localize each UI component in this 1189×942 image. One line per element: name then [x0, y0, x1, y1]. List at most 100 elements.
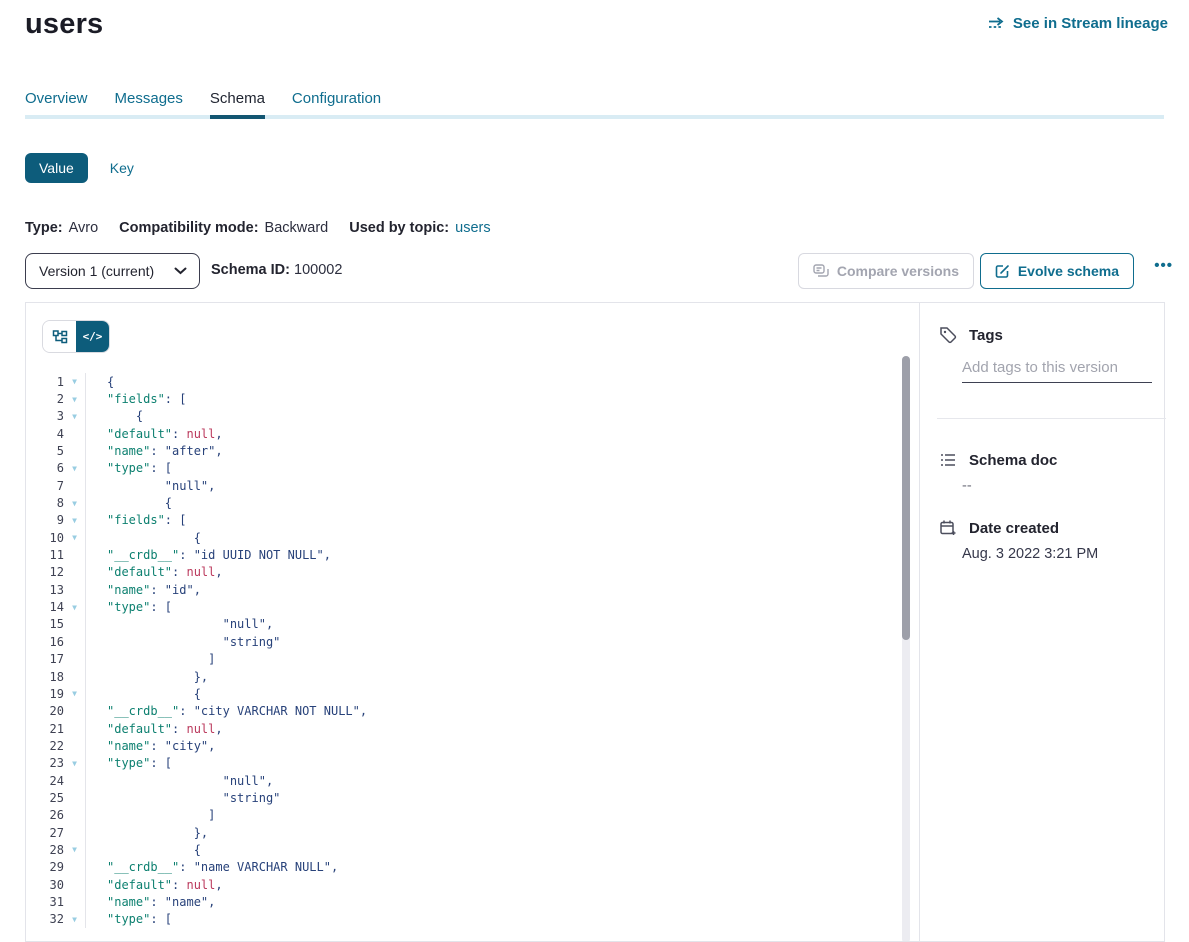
code-line-text: "name": "city",	[85, 737, 919, 754]
fold-triangle-icon[interactable]: ▼	[64, 845, 85, 854]
code-line-text: },	[85, 824, 919, 841]
key-toggle-button[interactable]: Key	[110, 153, 134, 183]
fold-triangle-icon[interactable]: ▼	[64, 499, 85, 508]
line-number: 19	[26, 687, 64, 701]
tag-icon	[939, 326, 957, 344]
meta-value: Backward	[265, 220, 329, 236]
add-tags-input[interactable]	[962, 355, 1152, 383]
tab-messages[interactable]: Messages	[115, 90, 183, 125]
code-line-text: "type": [	[85, 911, 919, 928]
used-by-topic-link[interactable]: users	[455, 220, 490, 236]
schema-info-sidebar: Tags Schema doc -- Date created Au	[920, 303, 1166, 941]
tabs-baseline	[25, 115, 1164, 119]
code-line-text: "__crdb__": "id UUID NOT NULL",	[85, 546, 919, 563]
fold-triangle-icon[interactable]: ▼	[64, 689, 85, 698]
code-line-text: {	[85, 685, 919, 702]
code-line: 1▼{	[26, 373, 919, 390]
line-number: 16	[26, 635, 64, 649]
code-line-text: "default": null,	[85, 876, 919, 893]
code-line: 29 "__crdb__": "name VARCHAR NULL",	[26, 859, 919, 876]
fold-triangle-icon[interactable]: ▼	[64, 759, 85, 768]
meta-label: Type:	[25, 220, 63, 236]
line-number: 14	[26, 600, 64, 614]
tab-schema[interactable]: Schema	[210, 90, 265, 125]
line-number: 12	[26, 565, 64, 579]
code-line: 25 "string"	[26, 789, 919, 806]
tree-view-button[interactable]	[43, 321, 76, 352]
code-line-text: "name": "id",	[85, 581, 919, 598]
tab-overview[interactable]: Overview	[25, 90, 88, 125]
tags-title: Tags	[969, 327, 1003, 344]
evolve-schema-label: Evolve schema	[1018, 263, 1119, 279]
line-number: 24	[26, 774, 64, 788]
code-line: 32▼ "type": [	[26, 911, 919, 928]
more-options-button[interactable]: •••	[1154, 257, 1173, 274]
code-line-text: {	[85, 494, 919, 511]
code-line-text: "string"	[85, 789, 919, 806]
code-line-text: "null",	[85, 616, 919, 633]
schema-key-value-toggle: Value Key	[25, 153, 134, 183]
code-view-icon: </>	[83, 330, 103, 343]
line-number: 28	[26, 843, 64, 857]
code-line-text: "type": [	[85, 755, 919, 772]
version-toolbar: Version 1 (current) Schema ID: 100002 Co…	[25, 253, 1171, 289]
code-line-text: {	[85, 529, 919, 546]
value-toggle-button[interactable]: Value	[25, 153, 88, 183]
version-select-value: Version 1 (current)	[39, 263, 154, 279]
code-line: 12 "default": null,	[26, 564, 919, 581]
fold-triangle-icon[interactable]: ▼	[64, 603, 85, 612]
version-select[interactable]: Version 1 (current)	[25, 253, 200, 289]
see-in-stream-lineage-link[interactable]: See in Stream lineage	[988, 15, 1168, 32]
fold-triangle-icon[interactable]: ▼	[64, 533, 85, 542]
line-number: 1	[26, 375, 64, 389]
code-line: 20 "__crdb__": "city VARCHAR NOT NULL",	[26, 703, 919, 720]
line-number: 30	[26, 878, 64, 892]
fold-triangle-icon[interactable]: ▼	[64, 377, 85, 386]
editor-scrollbar-thumb[interactable]	[902, 356, 910, 640]
line-number: 23	[26, 756, 64, 770]
tab-configuration[interactable]: Configuration	[292, 90, 381, 125]
code-line-text: "string"	[85, 633, 919, 650]
schema-id-label: Schema ID:	[211, 262, 290, 278]
code-line: 14▼ "type": [	[26, 598, 919, 615]
code-line: 9▼ "fields": [	[26, 512, 919, 529]
fold-triangle-icon[interactable]: ▼	[64, 412, 85, 421]
code-view-button[interactable]: </>	[76, 321, 109, 352]
code-line-text: "__crdb__": "city VARCHAR NOT NULL",	[85, 703, 919, 720]
fold-triangle-icon[interactable]: ▼	[64, 395, 85, 404]
date-created-value: Aug. 3 2022 3:21 PM	[962, 546, 1098, 562]
editor-scrollbar-track[interactable]	[902, 356, 910, 941]
code-line-text: "default": null,	[85, 720, 919, 737]
lineage-link-label: See in Stream lineage	[1013, 15, 1168, 32]
fold-triangle-icon[interactable]: ▼	[64, 915, 85, 924]
meta-item: Type:Avro	[25, 220, 98, 236]
meta-label: Compatibility mode:	[119, 220, 258, 236]
fold-triangle-icon[interactable]: ▼	[64, 516, 85, 525]
schema-doc-value: --	[962, 478, 972, 494]
code-line: 5 "name": "after",	[26, 442, 919, 459]
tab-bar: Overview Messages Schema Configuration	[25, 90, 381, 125]
line-number: 31	[26, 895, 64, 909]
code-line: 3▼ {	[26, 408, 919, 425]
code-line: 13 "name": "id",	[26, 581, 919, 598]
evolve-schema-button[interactable]: Evolve schema	[980, 253, 1134, 289]
line-number: 21	[26, 722, 64, 736]
code-line-text: {	[85, 841, 919, 858]
line-number: 26	[26, 808, 64, 822]
code-line: 6▼ "type": [	[26, 460, 919, 477]
schema-doc-section-header: Schema doc	[939, 451, 1057, 469]
schema-panel: </> 1▼{2▼ "fields": [3▼ {4 "default": nu…	[25, 302, 1165, 942]
code-line-text: ]	[85, 651, 919, 668]
code-line-text: "null",	[85, 477, 919, 494]
line-number: 18	[26, 670, 64, 684]
meta-label: Used by topic:	[349, 220, 449, 236]
code-line-text: "name": "name",	[85, 893, 919, 910]
code-line-text: "null",	[85, 772, 919, 789]
calendar-add-icon	[939, 519, 957, 537]
line-number: 5	[26, 444, 64, 458]
code-line-text: "fields": [	[85, 390, 919, 407]
code-line-text: "type": [	[85, 460, 919, 477]
code-line: 8▼ {	[26, 494, 919, 511]
fold-triangle-icon[interactable]: ▼	[64, 464, 85, 473]
compare-versions-button[interactable]: Compare versions	[798, 253, 974, 289]
